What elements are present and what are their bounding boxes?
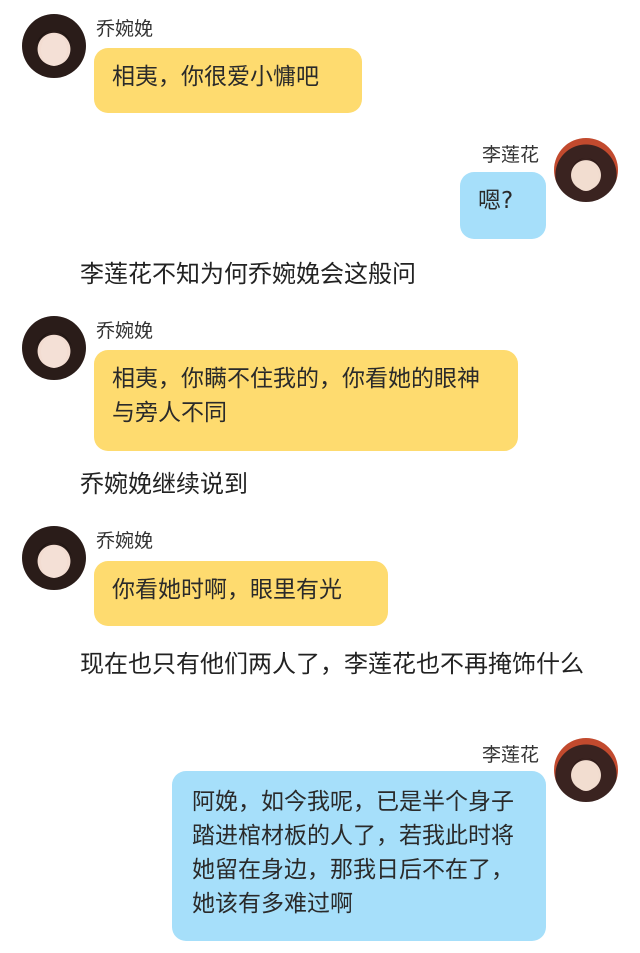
narration-text: 现在也只有他们两人了，李莲花也不再掩饰什么 — [80, 650, 584, 678]
message-bubble: 嗯? — [460, 172, 546, 239]
narration-text: 乔婉娩继续说到 — [80, 470, 248, 498]
speaker-name: 乔婉娩 — [96, 18, 154, 40]
message-bubble: 阿娩，如今我呢，已是半个身子踏进棺材板的人了，若我此时将她留在身边，那我日后不在… — [172, 771, 546, 941]
male-avatar-icon[interactable] — [554, 138, 618, 202]
speaker-name: 乔婉娩 — [96, 320, 154, 342]
female-avatar-icon[interactable] — [22, 14, 86, 78]
speaker-name: 李莲花 — [482, 744, 540, 766]
message-bubble: 相夷，你很爱小慵吧 — [94, 48, 362, 113]
male-avatar-icon[interactable] — [554, 738, 618, 802]
speaker-name: 乔婉娩 — [96, 530, 154, 552]
message-bubble: 你看她时啊，眼里有光 — [94, 561, 388, 626]
narration-text: 李莲花不知为何乔婉娩会这般问 — [80, 260, 416, 288]
speaker-name: 李莲花 — [482, 144, 540, 166]
message-bubble: 相夷，你瞒不住我的，你看她的眼神与旁人不同 — [94, 350, 518, 451]
female-avatar-icon[interactable] — [22, 526, 86, 590]
female-avatar-icon[interactable] — [22, 316, 86, 380]
